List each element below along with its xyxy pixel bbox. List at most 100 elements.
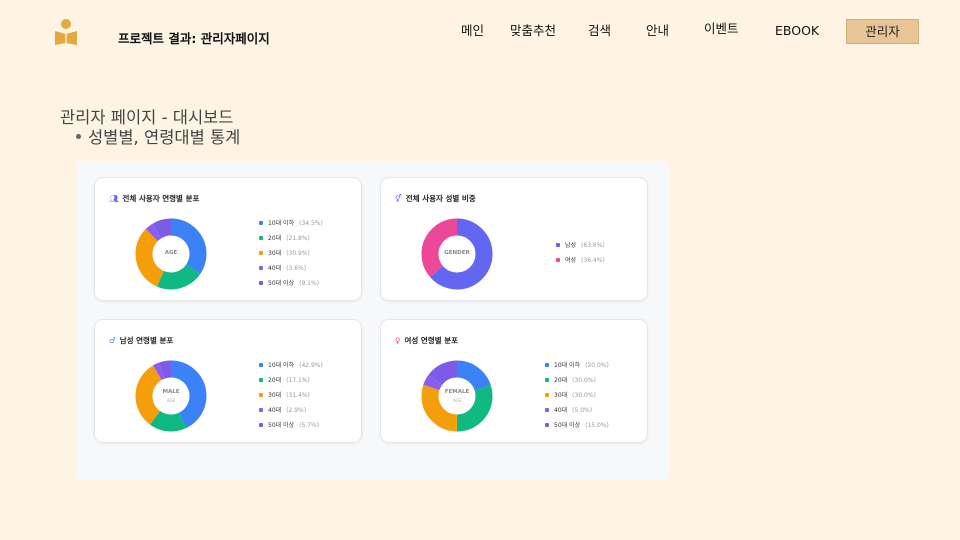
nav-main[interactable]: 메인 <box>461 20 484 42</box>
donut-center-label: AGE <box>164 250 178 256</box>
legend-percent: (36.4%) <box>581 257 605 264</box>
card-title: ♂ 남성 연령별 분포 <box>109 335 173 346</box>
legend-swatch <box>259 265 263 270</box>
donut-center-sub: AGE <box>166 398 176 403</box>
donut-center-sub: AGE <box>452 398 462 403</box>
legend-label: 10대 이하 <box>268 362 295 369</box>
section-bullet: 성별별, 연령대별 통계 <box>76 124 240 148</box>
legend-percent: (2.9%) <box>286 407 307 414</box>
legend-percent: (21.8%) <box>286 235 310 242</box>
legend-item[interactable]: 50대 이상 (9.1%) <box>259 280 323 295</box>
nav-search[interactable]: 검색 <box>588 20 611 42</box>
legend-swatch <box>545 377 549 382</box>
nav-guide[interactable]: 안내 <box>646 20 669 42</box>
card-title: ⚥ 전체 사용자 성별 비중 <box>395 193 476 204</box>
age-distribution-card: 👥︎ 전체 사용자 연령별 분포 AGE 10대 이하 (34.5%) 20대 (21.… <box>94 177 362 301</box>
legend-item[interactable]: 20대 (30.0%) <box>545 377 609 392</box>
legend-swatch <box>259 220 263 225</box>
legend-percent: (34.5%) <box>299 220 323 227</box>
chart-legend: 10대 이하 (20.0%) 20대 (30.0%) 30대 (30.0%) 40대 (5.0… <box>545 362 609 437</box>
legend-percent: (15.0%) <box>585 422 609 429</box>
legend-swatch <box>259 280 263 285</box>
legend-percent: (63.6%) <box>581 242 605 249</box>
card-title: 👥︎ 전체 사용자 연령별 분포 <box>109 193 199 204</box>
chart-legend: 남성 (63.6%) 여성 (36.4%) <box>556 242 605 272</box>
section-bullet-text: 성별별, 연령대별 통계 <box>88 128 241 147</box>
female-icon: ♀ <box>395 336 401 345</box>
card-title-text: 남성 연령별 분포 <box>119 336 174 345</box>
legend-label: 20대 <box>268 377 282 384</box>
donut-center-label: MALE <box>162 389 180 395</box>
legend-item[interactable]: 40대 (3.6%) <box>259 265 323 280</box>
legend-item[interactable]: 10대 이하 (20.0%) <box>545 362 609 377</box>
legend-item[interactable]: 30대 (31.4%) <box>259 392 323 407</box>
users-icon: 👥︎ <box>109 194 119 203</box>
legend-label: 10대 이하 <box>268 220 295 227</box>
legend-item[interactable]: 30대 (30.9%) <box>259 250 323 265</box>
legend-percent: (9.1%) <box>299 280 320 287</box>
legend-percent: (20.0%) <box>585 362 609 369</box>
legend-item[interactable]: 20대 (17.1%) <box>259 377 323 392</box>
legend-label: 40대 <box>268 265 282 272</box>
chart-legend: 10대 이하 (34.5%) 20대 (21.8%) 30대 (30.9%) 40대 (3.6… <box>259 220 323 295</box>
nav-event[interactable]: 이벤트 <box>704 18 739 40</box>
gender-ratio-card: ⚥ 전체 사용자 성별 비중 GENDER 남성 (63.6%) 여성 (36.4%) <box>380 177 648 301</box>
donut-center-label: FEMALE <box>444 389 470 395</box>
legend-label: 40대 <box>554 407 568 414</box>
nav-admin-button[interactable]: 관리자 <box>846 19 919 44</box>
legend-label: 20대 <box>554 377 568 384</box>
legend-swatch <box>545 422 549 427</box>
legend-label: 남성 <box>565 242 577 249</box>
legend-item[interactable]: 50대 이상 (5.7%) <box>259 422 323 437</box>
legend-label: 20대 <box>268 235 282 242</box>
legend-percent: (30.9%) <box>286 250 310 257</box>
nav-ebook[interactable]: EBOOK <box>775 20 819 42</box>
legend-item[interactable]: 40대 (2.9%) <box>259 407 323 422</box>
legend-item[interactable]: 50대 이상 (15.0%) <box>545 422 609 437</box>
legend-label: 30대 <box>268 392 282 399</box>
legend-item[interactable]: 30대 (30.0%) <box>545 392 609 407</box>
legend-item[interactable]: 20대 (21.8%) <box>259 235 323 250</box>
legend-swatch <box>259 407 263 412</box>
dashboard-screenshot: 👥︎ 전체 사용자 연령별 분포 AGE 10대 이하 (34.5%) 20대 (21.… <box>77 161 669 479</box>
legend-percent: (17.1%) <box>286 377 310 384</box>
legend-percent: (5.7%) <box>299 422 320 429</box>
legend-swatch <box>545 407 549 412</box>
legend-swatch <box>259 377 263 382</box>
legend-swatch <box>259 422 263 427</box>
legend-label: 10대 이하 <box>554 362 581 369</box>
card-title-text: 여성 연령별 분포 <box>404 336 459 345</box>
legend-item[interactable]: 10대 이하 (34.5%) <box>259 220 323 235</box>
legend-percent: (30.0%) <box>572 377 596 384</box>
legend-label: 50대 이상 <box>554 422 581 429</box>
male-age-card: ♂ 남성 연령별 분포 MALE AGE 10대 이하 (42.9%) 20대 (17.… <box>94 319 362 443</box>
main-nav: 메인 맞춤추천 검색 안내 이벤트 EBOOK <box>0 20 960 46</box>
legend-percent: (31.4%) <box>286 392 310 399</box>
legend-swatch <box>545 362 549 367</box>
legend-percent: (5.0%) <box>572 407 593 414</box>
card-title-text: 전체 사용자 연령별 분포 <box>122 194 200 203</box>
legend-item[interactable]: 여성 (36.4%) <box>556 257 605 272</box>
legend-swatch <box>556 242 560 247</box>
card-title-text: 전체 사용자 성별 비중 <box>405 194 476 203</box>
legend-item[interactable]: 남성 (63.6%) <box>556 242 605 257</box>
legend-label: 50대 이상 <box>268 422 295 429</box>
chart-legend: 10대 이하 (42.9%) 20대 (17.1%) 30대 (31.4%) 40대 (2.9… <box>259 362 323 437</box>
legend-label: 여성 <box>565 257 577 264</box>
legend-swatch <box>259 392 263 397</box>
nav-recommend[interactable]: 맞춤추천 <box>510 20 556 42</box>
donut-center-label: GENDER <box>444 250 470 256</box>
legend-swatch <box>259 235 263 240</box>
legend-item[interactable]: 10대 이하 (42.9%) <box>259 362 323 377</box>
legend-label: 40대 <box>268 407 282 414</box>
donut-chart <box>135 360 207 432</box>
legend-percent: (30.0%) <box>572 392 596 399</box>
legend-label: 30대 <box>268 250 282 257</box>
legend-item[interactable]: 40대 (5.0%) <box>545 407 609 422</box>
female-age-card: ♀ 여성 연령별 분포 FEMALE AGE 10대 이하 (20.0%) 20대 (3… <box>380 319 648 443</box>
donut-chart <box>421 360 493 432</box>
legend-swatch <box>259 362 263 367</box>
bullet-dot <box>76 134 81 139</box>
gender-icon: ⚥ <box>395 194 402 203</box>
male-icon: ♂ <box>109 336 116 345</box>
